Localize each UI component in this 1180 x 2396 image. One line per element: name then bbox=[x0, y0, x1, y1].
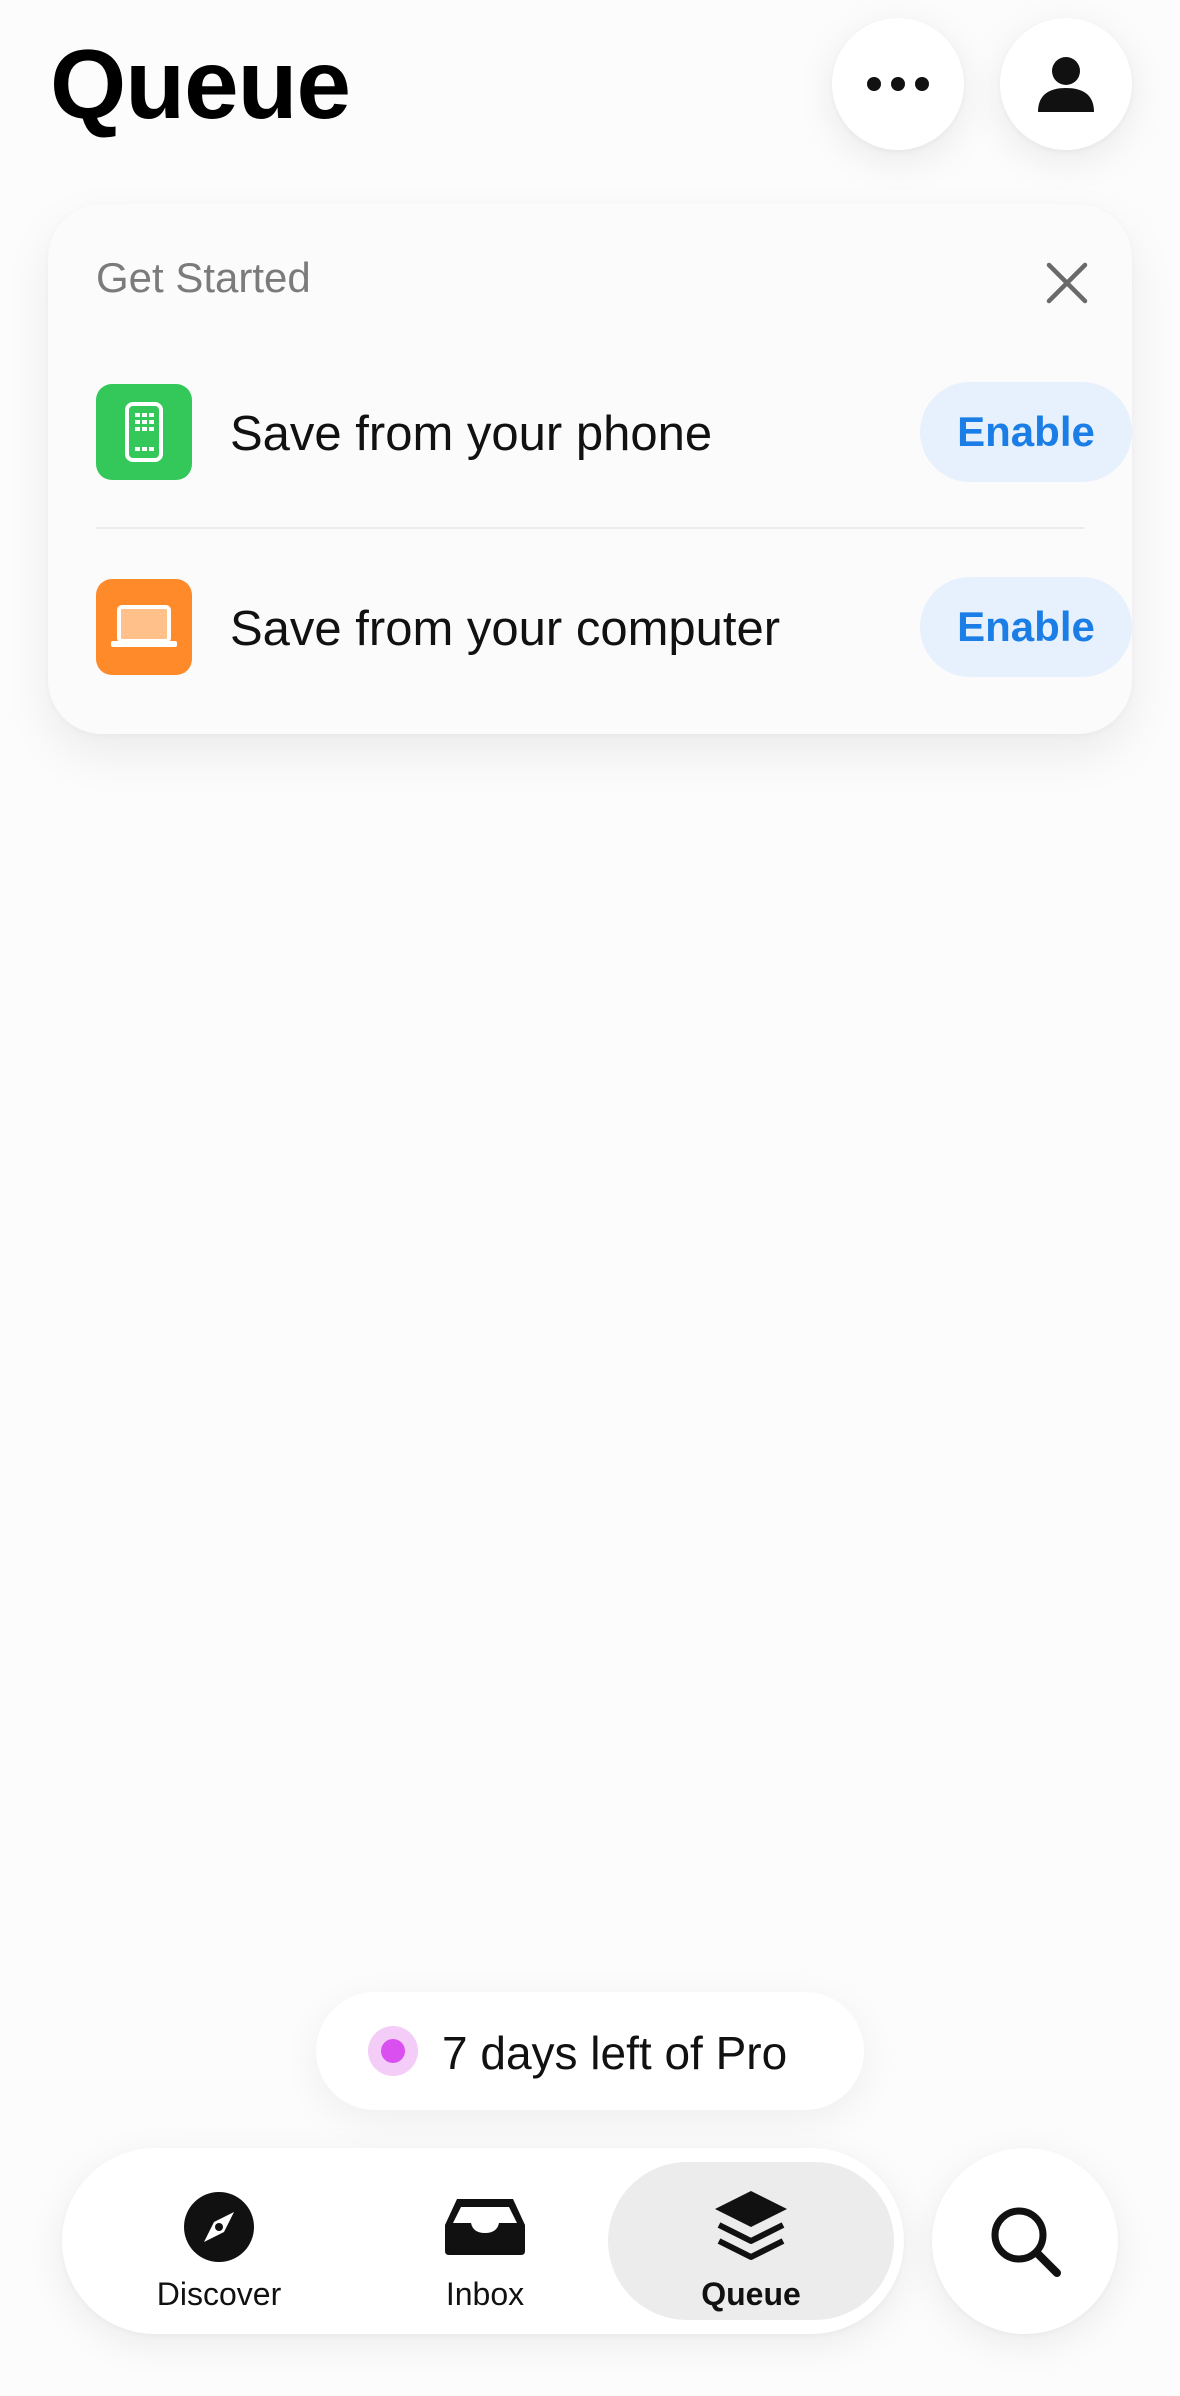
enable-computer-button[interactable]: Enable bbox=[920, 577, 1132, 677]
close-card-button[interactable] bbox=[1038, 254, 1096, 312]
queue-screen: Queue Get Started Save from your phone E… bbox=[0, 0, 1180, 2396]
pro-trial-banner[interactable]: 7 days left of Pro bbox=[316, 1992, 864, 2110]
compass-icon bbox=[184, 2192, 254, 2262]
tab-queue-label: Queue bbox=[701, 2276, 801, 2312]
save-from-computer-label: Save from your computer bbox=[230, 602, 781, 656]
get-started-card: Get Started Save from your phone Enable … bbox=[48, 204, 1132, 734]
stack-layers-icon bbox=[715, 2191, 787, 2260]
ellipsis-icon bbox=[867, 77, 929, 91]
profile-button[interactable] bbox=[1000, 18, 1132, 150]
tab-inbox-label: Inbox bbox=[445, 2276, 525, 2312]
search-icon bbox=[991, 2207, 1061, 2277]
save-from-phone-row: Save from your phone Enable bbox=[96, 382, 1132, 482]
tab-discover-label: Discover bbox=[156, 2276, 282, 2312]
save-from-phone-label: Save from your phone bbox=[230, 407, 713, 461]
phone-icon bbox=[96, 384, 192, 480]
divider bbox=[96, 527, 1084, 529]
person-icon bbox=[1038, 57, 1094, 112]
page-title: Queue bbox=[50, 29, 351, 139]
search-button[interactable] bbox=[932, 2148, 1118, 2334]
pro-status-dot-icon bbox=[368, 2026, 418, 2076]
close-icon bbox=[1046, 262, 1088, 304]
inbox-tray-icon bbox=[445, 2199, 525, 2255]
save-from-computer-row: Save from your computer Enable bbox=[96, 577, 1132, 677]
pro-trial-text: 7 days left of Pro bbox=[442, 2027, 788, 2079]
tab-queue[interactable]: Queue bbox=[608, 2162, 894, 2320]
laptop-icon bbox=[96, 579, 192, 675]
enable-phone-button[interactable]: Enable bbox=[920, 382, 1132, 482]
bottom-tab-bar: Discover Inbox Queue bbox=[62, 2148, 904, 2334]
tab-discover[interactable]: Discover bbox=[76, 2162, 362, 2320]
tab-inbox[interactable]: Inbox bbox=[342, 2162, 628, 2320]
more-options-button[interactable] bbox=[832, 18, 964, 150]
card-title: Get Started bbox=[96, 254, 311, 301]
